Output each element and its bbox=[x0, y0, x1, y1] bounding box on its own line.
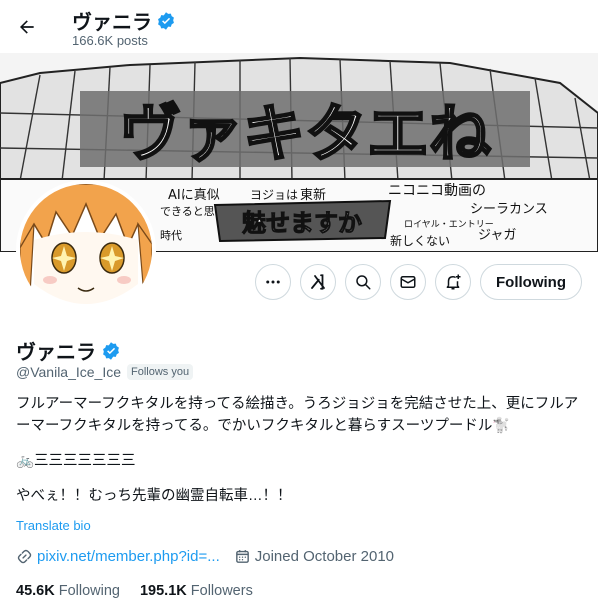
avatar[interactable] bbox=[16, 180, 156, 320]
website-link[interactable]: pixiv.net/member.php?id=... bbox=[37, 548, 220, 565]
handle-row: @Vanila_Ice_Ice Follows you bbox=[16, 364, 194, 380]
following-stat[interactable]: 45.6K Following bbox=[16, 583, 120, 599]
banner-word-1: AIに真似 bbox=[168, 188, 220, 203]
joined-date: Joined October 2010 bbox=[254, 548, 395, 565]
grok-icon bbox=[311, 274, 325, 290]
handle: @Vanila_Ice_Ice bbox=[16, 364, 122, 380]
header-name-text: ヴァニラ bbox=[72, 12, 152, 34]
verified-badge-icon bbox=[103, 341, 119, 360]
banner-word-10: 新しくない bbox=[390, 233, 450, 248]
following-count: 45.6K bbox=[16, 583, 55, 599]
bio: フルアーマーフクキタルを持ってる絵描き。うろジョジョを完結させた上、更にフルアー… bbox=[16, 393, 582, 507]
bio-line-1: フルアーマーフクキタルを持ってる絵描き。うろジョジョを完結させた上、更にフルアー… bbox=[16, 396, 579, 434]
followers-count: 195.1K bbox=[139, 583, 187, 599]
calendar-icon bbox=[235, 550, 249, 563]
banner-word-3: ヨジョは bbox=[250, 188, 298, 202]
more-horizontal-icon bbox=[266, 280, 280, 284]
mail-icon bbox=[400, 276, 416, 288]
joined-item: Joined October 2010 bbox=[234, 548, 394, 565]
follows-you-badge: Follows you bbox=[127, 364, 194, 380]
link-icon bbox=[17, 549, 32, 564]
banner-word-6: シーラカンス bbox=[470, 202, 548, 217]
more-button[interactable] bbox=[255, 264, 292, 300]
profile-header: ヴァニラ 166.6K posts bbox=[0, 0, 598, 53]
follow-stats: 45.6K Following 195.1K Followers bbox=[16, 583, 253, 599]
bio-line-3: やべぇ！！むっち先輩の幽霊自転車…！！ bbox=[16, 488, 292, 504]
followers-label: Followers bbox=[190, 583, 253, 599]
search-button[interactable] bbox=[345, 264, 382, 300]
message-button[interactable] bbox=[390, 264, 427, 300]
website-item: pixiv.net/member.php?id=... bbox=[16, 548, 220, 565]
arrow-left-icon bbox=[20, 20, 34, 34]
banner-title: ヴァキタエね bbox=[119, 97, 491, 170]
bio-line-2: 🚲三三三三三三三 bbox=[16, 453, 136, 469]
following-label: Following bbox=[58, 583, 120, 599]
display-name: ヴァニラ bbox=[16, 342, 96, 364]
post-count: 166.6K posts bbox=[72, 33, 148, 48]
following-button[interactable]: Following bbox=[480, 264, 582, 300]
profile-meta: pixiv.net/member.php?id=... Joined Octob… bbox=[16, 548, 394, 565]
grok-button[interactable] bbox=[300, 264, 337, 300]
banner-word-9: 時代 bbox=[160, 229, 182, 242]
banner-word-5: ニコニコ動画の bbox=[388, 183, 486, 199]
search-icon bbox=[356, 275, 371, 290]
banner-word-4: 東新 bbox=[300, 187, 326, 203]
header-name: ヴァニラ bbox=[72, 6, 176, 35]
back-button[interactable] bbox=[10, 10, 44, 44]
notifications-button[interactable] bbox=[435, 264, 472, 300]
bell-plus-icon bbox=[446, 274, 461, 290]
profile-name-row: ヴァニラ bbox=[16, 336, 121, 365]
followers-stat[interactable]: 195.1K Followers bbox=[140, 583, 253, 599]
banner-word-11: ジャガ bbox=[478, 228, 516, 243]
profile-actions: Following bbox=[255, 264, 582, 300]
translate-bio-link[interactable]: Translate bio bbox=[16, 518, 91, 533]
banner-subtitle: 魅せますか bbox=[242, 209, 362, 237]
verified-badge-icon bbox=[158, 11, 174, 30]
